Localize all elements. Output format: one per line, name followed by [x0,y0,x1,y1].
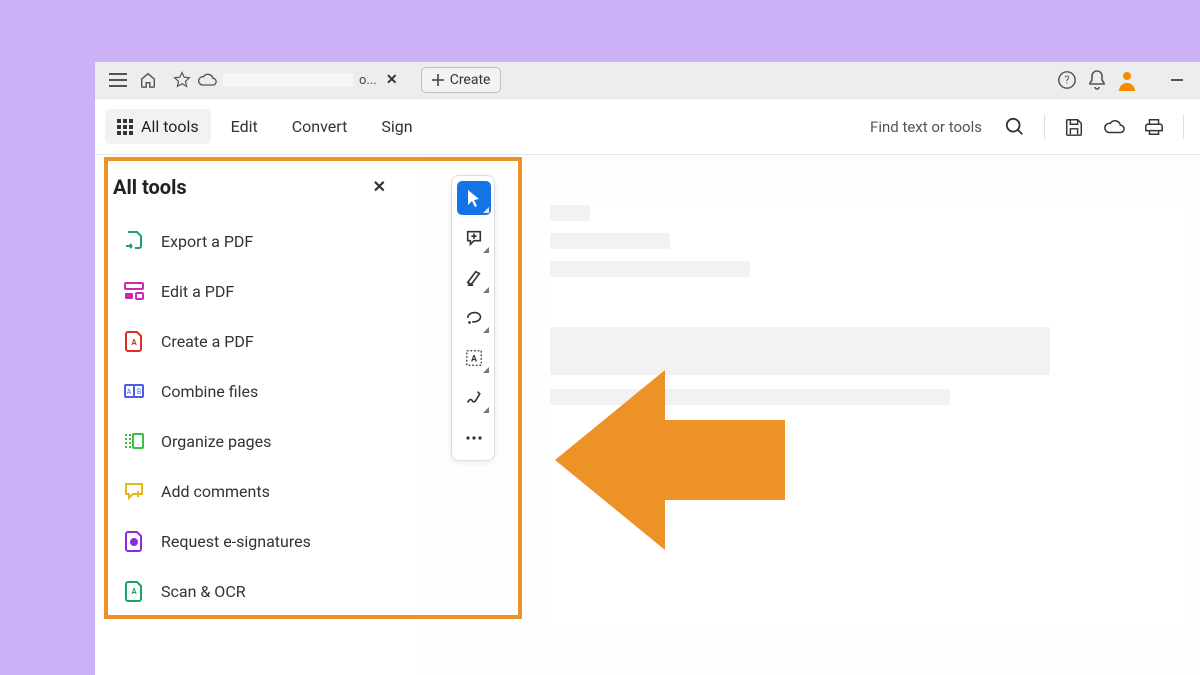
svg-text:A: A [131,587,137,596]
export-pdf-icon [123,230,145,252]
tool-label: Export a PDF [161,232,253,251]
text-box-tool[interactable]: A [457,341,491,375]
doc-placeholder-line [550,233,670,249]
tool-label: Create a PDF [161,332,254,351]
cursor-icon [466,189,482,207]
tool-add-comments[interactable]: Add comments [113,468,406,514]
tool-create-pdf[interactable]: A Create a PDF [113,318,406,364]
create-button-label: Create [450,72,491,88]
menu-edit[interactable]: Edit [217,109,272,144]
save-icon[interactable] [1057,110,1091,144]
menu-convert[interactable]: Convert [278,109,362,144]
svg-text:A: A [131,338,137,347]
tool-request-esignatures[interactable]: Request e-signatures [113,518,406,564]
create-button[interactable]: Create [421,67,502,93]
all-tools-label: All tools [141,117,199,136]
doc-placeholder-line [550,205,590,221]
add-note-tool[interactable] [457,221,491,255]
grid-icon [117,119,133,135]
organize-icon [123,430,145,452]
more-tools[interactable] [457,421,491,455]
tab-title-placeholder [223,73,353,87]
divider [1044,115,1045,139]
bell-icon[interactable] [1082,65,1112,95]
tool-list: Export a PDF Edit a PDF A Create a PDF A… [113,218,412,662]
create-pdf-icon: A [123,330,145,352]
minimize-icon[interactable] [1162,65,1192,95]
draw-sign-icon [465,389,483,407]
profile-avatar[interactable] [1112,65,1142,95]
comment-icon [123,480,145,502]
esign-icon [123,530,145,552]
cloud-icon [197,73,217,87]
more-icon [465,435,483,441]
highlight-icon [465,269,483,287]
lasso-tool[interactable] [457,301,491,335]
add-note-icon [465,229,483,247]
close-panel-icon[interactable]: ✕ [365,173,394,200]
home-icon[interactable] [133,65,163,95]
tool-organize-pages[interactable]: Organize pages [113,418,406,464]
divider [1183,115,1184,139]
tool-label: Edit a PDF [161,282,234,301]
tool-label: Combine files [161,382,258,401]
text-box-icon: A [465,349,483,367]
tab-title-truncated: o... [359,73,377,88]
all-tools-panel-title: All tools [113,175,187,199]
scan-ocr-icon: A [123,580,145,602]
lasso-icon [465,310,483,326]
svg-text:B: B [137,388,141,396]
tool-edit-pdf[interactable]: Edit a PDF [113,268,406,314]
annotation-arrow-icon [555,360,795,560]
svg-text:A: A [127,388,132,396]
help-icon[interactable]: ? [1052,65,1082,95]
search-icon[interactable] [998,110,1032,144]
tool-label: Organize pages [161,432,271,451]
all-tools-button[interactable]: All tools [105,109,211,144]
cursor-tool[interactable] [457,181,491,215]
star-icon[interactable] [173,71,191,89]
svg-text:A: A [471,355,478,365]
tool-scan-ocr[interactable]: A Scan & OCR [113,568,406,614]
menubar: All tools Edit Convert Sign Find text or… [95,99,1200,155]
tool-combine-files[interactable]: AB Combine files [113,368,406,414]
tool-label: Request e-signatures [161,532,311,551]
tool-export-pdf[interactable]: Export a PDF [113,218,406,264]
print-icon[interactable] [1137,110,1171,144]
tool-label: Scan & OCR [161,582,246,601]
titlebar: o... ✕ Create ? [95,62,1200,99]
highlight-tool[interactable] [457,261,491,295]
edit-pdf-icon [123,280,145,302]
cloud-sync-icon[interactable] [1097,110,1131,144]
draw-sign-tool[interactable] [457,381,491,415]
svg-text:?: ? [1064,74,1069,87]
tool-label: Add comments [161,482,270,501]
menu-sign[interactable]: Sign [367,109,426,144]
combine-icon: AB [123,380,145,402]
quick-tool-strip: A [451,175,495,461]
document-tab[interactable]: o... ✕ [167,65,407,95]
search-placeholder-text[interactable]: Find text or tools [870,118,982,136]
hamburger-menu-icon[interactable] [103,65,133,95]
doc-placeholder-line [550,261,750,277]
close-tab-icon[interactable]: ✕ [383,72,401,88]
all-tools-panel: All tools ✕ Export a PDF Edit a PDF A Cr… [95,155,420,675]
plus-icon [432,74,444,86]
